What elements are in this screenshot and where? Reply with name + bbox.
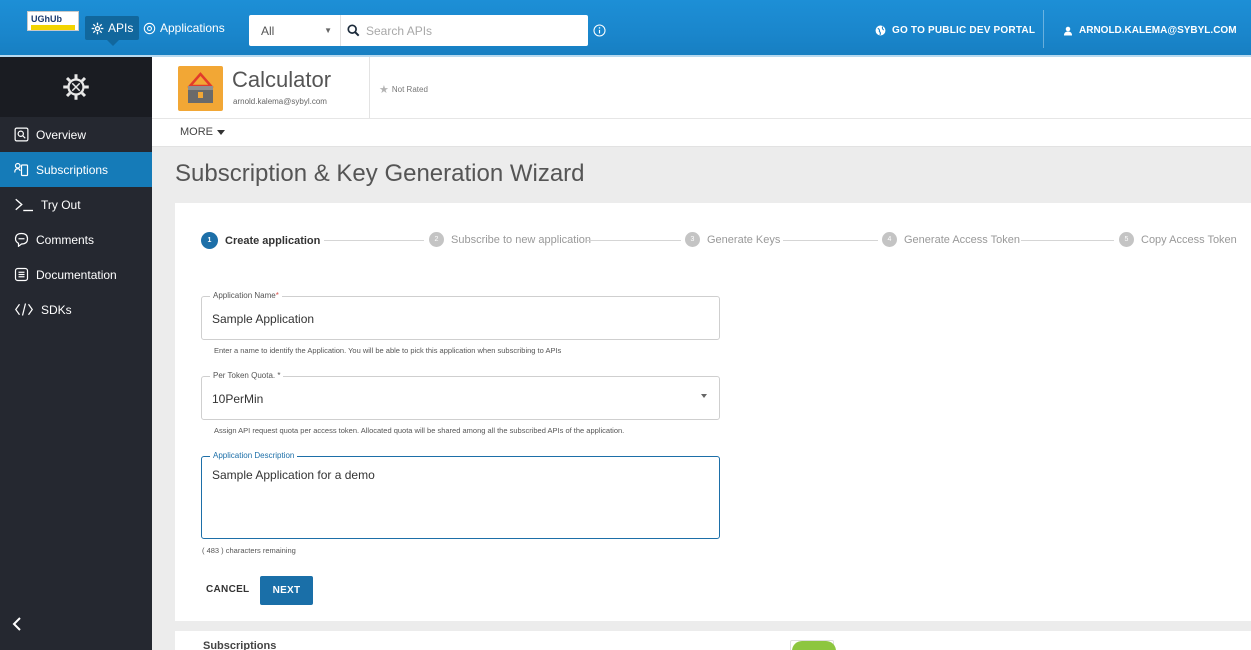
sidebar-item-label: Overview [36,127,87,142]
cancel-button[interactable]: CANCEL [206,584,249,595]
step-number: 1 [201,232,218,249]
sidebar-item-label: Subscriptions [36,162,109,177]
sidebar-item-sdks[interactable]: SDKs [0,292,152,327]
sidebar-item-documentation[interactable]: Documentation [0,257,152,292]
search-input[interactable] [366,23,566,38]
step-number: 5 [1119,232,1134,247]
step-connector [783,240,878,241]
more-label: MORE [180,126,213,138]
api-thumbnail [178,66,223,111]
gear-icon [91,22,104,34]
applications-icon [143,22,156,34]
step-number: 3 [685,232,700,247]
document-icon [14,267,29,282]
public-dev-portal-link[interactable]: GO TO PUBLIC DEV PORTAL [875,25,1035,36]
sidebar-item-label: SDKs [41,302,72,317]
step-label: Create application [225,234,321,247]
code-icon [15,303,33,316]
left-sidebar: Overview Subscriptions Try Out Comments … [0,57,152,650]
more-bar: MORE [152,119,1251,147]
applications-label: Applications [160,21,225,35]
overview-icon [14,127,29,142]
api-owner: arnold.kalema@sybyl.com [233,97,327,106]
rating-label: Not Rated [391,85,428,94]
rating[interactable]: ★ Not Rated [379,83,428,96]
step-copy-access-token: 5 Copy Access Token [1119,232,1237,247]
step-connector [587,240,681,241]
search-scope-select[interactable]: All ▼ [249,15,341,46]
apis-tab[interactable]: APIs [85,16,140,46]
wizard-card: 1 Create application 2 Subscribe to new … [175,203,1251,621]
wizard-stepper: 1 Create application 2 Subscribe to new … [201,232,1237,249]
quota-label: Per Token Quota. * [210,371,284,380]
step-number: 4 [882,232,897,247]
step-label: Copy Access Token [1141,233,1237,246]
application-name-value: Sample Application [212,312,315,326]
application-description-value: Sample Application for a demo [212,468,375,482]
globe-icon [875,25,886,36]
step-number: 2 [429,232,444,247]
sidebar-item-try-out[interactable]: Try Out [0,187,152,222]
apis-tab-label: APIs [108,21,134,35]
user-icon [1064,26,1072,35]
application-name-label: Application Name* [210,291,282,300]
step-label: Generate Keys [707,233,781,246]
subscriptions-heading: Subscriptions [203,640,277,650]
quota-value: 10PerMin [212,392,264,406]
step-create-application: 1 Create application [201,232,320,249]
step-connector [1021,240,1114,241]
sidebar-item-label: Try Out [41,197,81,212]
api-gear-logo [0,57,152,117]
sidebar-item-comments[interactable]: Comments [0,222,152,257]
logo-text: UGhUb [31,14,62,24]
star-icon: ★ [379,84,389,96]
basket-icon [187,72,214,103]
user-menu[interactable]: ARNOLD.KALEMA@SYBYL.COM [1063,25,1237,36]
header-divider [369,57,370,118]
subscriptions-section: Subscriptions [175,631,1251,650]
search-icon[interactable] [341,24,366,37]
public-dev-portal-label: GO TO PUBLIC DEV PORTAL [892,25,1036,36]
collapse-sidebar-button[interactable] [12,615,22,638]
application-description-label: Application Description [210,451,298,460]
dropdown-arrow-icon [701,394,707,398]
search-scope-value: All [261,23,275,38]
sidebar-item-label: Documentation [36,267,117,282]
application-description-textarea[interactable]: Application Description Sample Applicati… [201,451,720,539]
status-badge [792,641,836,650]
per-token-quota-select[interactable]: Per Token Quota. * 10PerMin [201,371,720,420]
more-menu-button[interactable]: MORE [180,126,225,138]
topbar-divider [1043,10,1044,48]
characters-remaining: ( 483 ) characters remaining [202,546,296,555]
api-name: Calculator [232,67,332,92]
step-generate-access-token: 4 Generate Access Token [882,232,1020,247]
chevron-down-icon: ▼ [324,26,332,35]
step-label: Generate Access Token [904,233,1020,246]
search-bar: All ▼ [249,15,588,46]
step-label: Subscribe to new application [451,233,592,246]
info-icon[interactable] [593,24,606,42]
step-generate-keys: 3 Generate Keys [685,232,780,247]
terminal-icon [15,198,33,212]
next-button[interactable]: NEXT [260,576,313,605]
step-connector [324,240,424,241]
comment-icon [14,232,29,247]
quota-help: Assign API request quota per access toke… [214,426,625,435]
page-title: Subscription & Key Generation Wizard [175,160,585,187]
brand-logo[interactable]: UGhUb [27,11,79,31]
user-email: ARNOLD.KALEMA@SYBYL.COM [1079,25,1237,36]
application-name-field[interactable]: Application Name* Sample Application [201,291,720,340]
step-subscribe: 2 Subscribe to new application [429,232,591,247]
gear-tools-icon [63,74,89,100]
applications-link[interactable]: Applications [143,21,225,35]
sidebar-item-label: Comments [36,232,95,247]
api-header: Calculator arnold.kalema@sybyl.com ★ Not… [152,57,1251,119]
top-navigation-bar: UGhUb APIs Applications All ▼ GO TO PUBL… [0,0,1251,57]
caret-down-icon [217,129,225,135]
application-name-help: Enter a name to identify the Application… [214,346,562,355]
chevron-left-icon [12,617,21,631]
sidebar-item-subscriptions[interactable]: Subscriptions [0,152,152,187]
sidebar-item-overview[interactable]: Overview [0,117,152,152]
subscriptions-icon [14,162,29,177]
